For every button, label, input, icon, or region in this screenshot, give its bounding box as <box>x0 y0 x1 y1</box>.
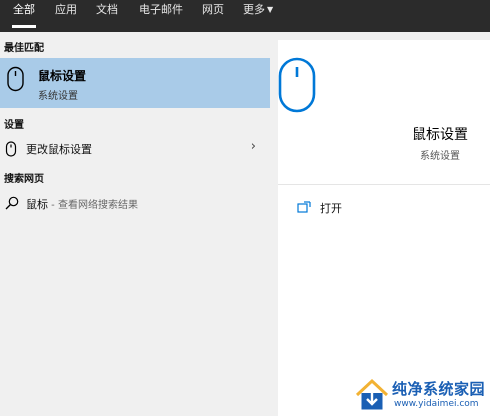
settings-heading: 设置 <box>4 120 24 131</box>
best-match-subtitle: 系统设置 <box>38 91 78 102</box>
tab-more[interactable]: 更多 ▼ <box>243 0 273 32</box>
watermark-url: www.yidaimei.com <box>394 399 479 409</box>
search-icon <box>5 196 19 210</box>
preview-subtitle: 系统设置 <box>420 151 460 162</box>
preview-panel: 鼠标设置 系统设置 打开 <box>278 40 490 416</box>
preview-divider <box>278 184 490 185</box>
tab-email[interactable]: 电子邮件 <box>139 0 183 32</box>
mouse-icon <box>7 66 24 92</box>
preview-title: 鼠标设置 <box>412 127 468 143</box>
tab-web[interactable]: 网页 <box>202 0 224 32</box>
web-search-hint: - 查看网络搜索结果 <box>48 200 138 211</box>
caret-down-icon: ▼ <box>267 5 274 14</box>
web-search-heading: 搜索网页 <box>4 174 44 185</box>
results-panel: 最佳匹配 鼠标设置 系统设置 设置 更改鼠标设置 › 搜索网页 鼠标 - 查看网… <box>0 32 270 416</box>
tab-apps[interactable]: 应用 <box>55 0 77 32</box>
tab-all[interactable]: 全部 <box>12 0 36 32</box>
web-search-label: 鼠标 - 查看网络搜索结果 <box>26 196 138 212</box>
best-match-heading: 最佳匹配 <box>4 43 44 54</box>
watermark-title: 纯净系统家园 <box>392 380 486 398</box>
web-search-item[interactable]: 鼠标 - 查看网络搜索结果 <box>0 192 270 216</box>
best-match-title: 鼠标设置 <box>38 69 87 83</box>
settings-item-label: 更改鼠标设置 <box>26 143 92 156</box>
mouse-icon <box>5 141 17 157</box>
chevron-right-icon: › <box>250 139 256 154</box>
tab-more-label: 更多 <box>243 3 265 16</box>
tab-documents[interactable]: 文档 <box>96 0 118 32</box>
house-logo-icon <box>355 378 389 410</box>
web-search-term: 鼠标 <box>26 198 48 211</box>
watermark: 纯净系统家园 www.yidaimei.com <box>352 376 490 416</box>
open-label: 打开 <box>320 202 342 215</box>
best-match-item[interactable]: 鼠标设置 系统设置 <box>0 58 270 108</box>
mouse-icon <box>278 57 316 113</box>
search-tab-bar: 全部 应用 文档 电子邮件 网页 更多 ▼ <box>0 0 490 32</box>
open-icon <box>297 201 311 213</box>
settings-item-change-mouse[interactable]: 更改鼠标设置 › <box>0 137 270 161</box>
